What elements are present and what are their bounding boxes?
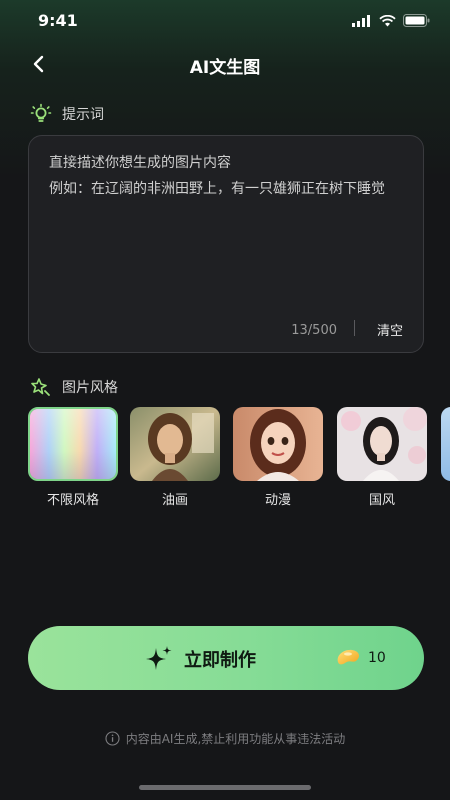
wifi-icon [379, 14, 396, 26]
style-label: 不限风格 [46, 493, 99, 508]
style-thumb-oil-painting [130, 407, 220, 481]
prompt-placeholder: 直接描述你想生成的图片内容 [49, 155, 231, 171]
rainbow-gradient-image [30, 409, 116, 479]
style-list: 不限风格 油画 动漫 国风 [28, 407, 450, 511]
prompt-section-header: 提示词 [30, 103, 104, 125]
bean-coin-icon [337, 649, 360, 665]
style-thumb-next [441, 407, 450, 481]
disclaimer-text: 内容由AI生成,禁止利用功能从事违法活动 [125, 732, 346, 746]
sparkle-icon [146, 646, 172, 670]
style-option-anime[interactable]: 动漫 [233, 407, 323, 508]
counter-divider [354, 320, 355, 336]
style-option-chinese-style[interactable]: 国风 [337, 407, 427, 508]
style-label: 动漫 [264, 493, 291, 508]
oil-painting-portrait-image [130, 407, 220, 481]
cost-value: 10 [368, 650, 386, 666]
clear-button[interactable]: 清空 [377, 320, 403, 339]
style-section-header: 图片风格 [30, 376, 118, 398]
style-thumb-chinese-style [337, 407, 427, 481]
create-now-button[interactable]: 立即制作 10 [28, 626, 424, 690]
status-time: 9:41 [38, 11, 78, 30]
sparkle-star-icon [31, 378, 50, 396]
page-title: AI文生图 [189, 58, 261, 78]
prompt-example-text: 例如：在辽阔的非洲田野上，有一只雄狮正在树下睡觉 [49, 181, 385, 197]
style-option-unlimited[interactable]: 不限风格 [28, 407, 118, 508]
style-label: 国风 [368, 493, 395, 508]
prompt-section-label: 提示词 [62, 107, 104, 123]
style-section-label: 图片风格 [62, 380, 118, 396]
status-bar: 9:41 [0, 0, 450, 44]
prompt-textarea[interactable]: 直接描述你想生成的图片内容 例如：在辽阔的非洲田野上，有一只雄狮正在树下睡觉 1… [28, 135, 424, 353]
lightbulb-icon [30, 103, 52, 122]
style-option-next[interactable] [441, 407, 450, 481]
battery-icon [403, 14, 430, 27]
style-thumb-anime [233, 407, 323, 481]
nav-bar: AI文生图 [0, 46, 450, 82]
create-now-label: 立即制作 [184, 650, 256, 671]
chinese-style-portrait-image [337, 407, 427, 481]
home-indicator [139, 785, 311, 790]
status-icons [352, 14, 430, 27]
disclaimer: 内容由AI生成,禁止利用功能从事违法活动 [0, 730, 450, 747]
info-icon [105, 731, 120, 746]
style-option-oil-painting[interactable]: 油画 [130, 407, 220, 508]
anime-portrait-image [233, 407, 323, 481]
character-counter: 13/500 [291, 323, 337, 338]
signal-icon [352, 14, 370, 27]
style-thumb-unlimited [28, 407, 118, 481]
style-label: 油画 [161, 493, 188, 508]
